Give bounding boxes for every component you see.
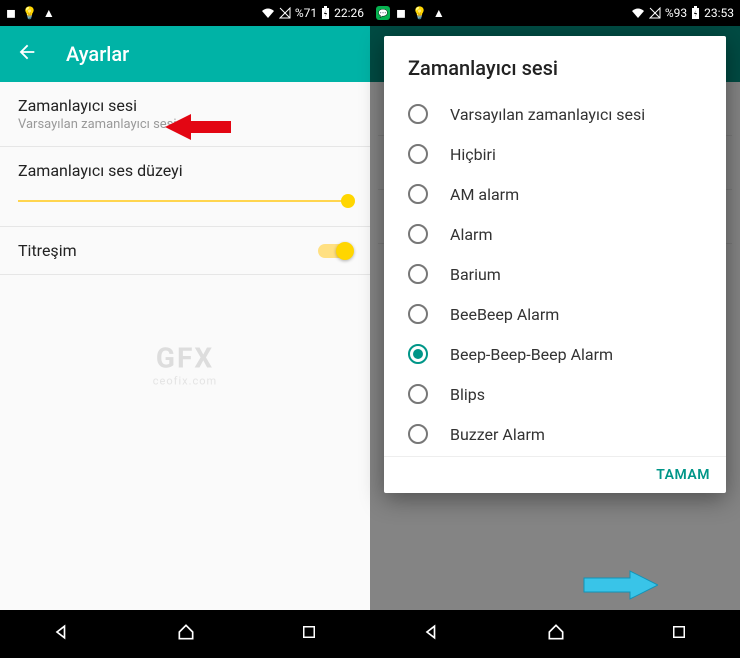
radio-icon (408, 144, 428, 164)
sound-option-label: Beep-Beep-Beep Alarm (450, 345, 613, 364)
battery-percent: %71 (295, 6, 317, 20)
setting-timer-sound[interactable]: Zamanlayıcı sesi Varsayılan zamanlayıcı … (0, 82, 370, 147)
sound-option[interactable]: Hiçbiri (394, 134, 716, 174)
nav-back-icon[interactable] (422, 622, 442, 646)
no-signal-icon (279, 7, 291, 19)
radio-icon (408, 264, 428, 284)
setting-subtitle: Varsayılan zamanlayıcı sesi (18, 117, 352, 132)
notification-icon: ◼ (396, 6, 406, 20)
radio-icon (408, 104, 428, 124)
ok-button[interactable]: TAMAM (656, 467, 710, 483)
status-bar: 💬 ◼ 💡 ▲ %93 23:53 (370, 0, 740, 26)
no-signal-icon (649, 7, 661, 19)
sound-option[interactable]: Barium (394, 254, 716, 294)
setting-title: Titreşim (18, 241, 352, 260)
nav-home-icon[interactable] (546, 622, 566, 646)
clock-time: 22:26 (334, 6, 364, 20)
sound-option-label: AM alarm (450, 185, 519, 204)
sound-option[interactable]: Buzzer Alarm (394, 414, 716, 454)
sound-option-label: Blips (450, 385, 485, 404)
sound-option[interactable]: AM alarm (394, 174, 716, 214)
sound-option[interactable]: Varsayılan zamanlayıcı sesi (394, 94, 716, 134)
status-bar: ◼ 💡 ▲ %71 22:26 (0, 0, 370, 26)
setting-timer-volume[interactable]: Zamanlayıcı ses düzeyi (0, 147, 370, 227)
sound-option[interactable]: Blips (394, 374, 716, 414)
wifi-icon (631, 7, 645, 19)
watermark: GFX ceofix.com (153, 341, 217, 387)
warning-icon: ▲ (433, 6, 445, 20)
radio-icon (408, 424, 428, 444)
phone-right: 💬 ◼ 💡 ▲ %93 23:53 Z Z (370, 0, 740, 658)
dialog-scrim[interactable]: Zamanlayıcı sesi Varsayılan zamanlayıcı … (370, 26, 740, 610)
battery-charging-icon (321, 6, 330, 20)
bulb-icon: 💡 (412, 6, 427, 20)
setting-title: Zamanlayıcı sesi (18, 96, 352, 115)
battery-percent: %93 (665, 6, 687, 20)
vibration-switch[interactable] (318, 241, 352, 261)
sound-options-list: Varsayılan zamanlayıcı sesi Hiçbiri AM ala… (384, 88, 726, 456)
settings-list: Zamanlayıcı sesi Varsayılan zamanlayıcı … (0, 82, 370, 610)
sound-option-label: Barium (450, 265, 501, 284)
notification-icon: ◼ (6, 6, 16, 20)
sound-option-label: Varsayılan zamanlayıcı sesi (450, 105, 645, 124)
nav-recent-icon[interactable] (300, 623, 318, 645)
setting-vibration[interactable]: Titreşim (0, 227, 370, 275)
nav-recent-icon[interactable] (670, 623, 688, 645)
sound-option-label: Alarm (450, 225, 492, 244)
sound-option-label: Buzzer Alarm (450, 425, 545, 444)
radio-icon (408, 384, 428, 404)
phone-left: ◼ 💡 ▲ %71 22:26 (0, 0, 370, 658)
back-icon[interactable] (16, 41, 38, 67)
sound-option[interactable]: BeeBeep Alarm (394, 294, 716, 334)
dialog-title: Zamanlayıcı sesi (384, 36, 726, 88)
radio-icon (408, 304, 428, 324)
radio-icon (408, 224, 428, 244)
sound-option-label: BeeBeep Alarm (450, 305, 559, 324)
navigation-bar (0, 610, 370, 658)
radio-icon (408, 184, 428, 204)
battery-charging-icon (691, 6, 700, 20)
clock-time: 23:53 (704, 6, 734, 20)
nav-back-icon[interactable] (52, 622, 72, 646)
bulb-icon: 💡 (22, 6, 37, 20)
sound-option[interactable]: Beep-Beep-Beep Alarm (394, 334, 716, 374)
warning-icon: ▲ (43, 6, 55, 20)
navigation-bar (370, 610, 740, 658)
wifi-icon (261, 7, 275, 19)
page-title: Ayarlar (66, 42, 129, 66)
setting-title: Zamanlayıcı ses düzeyi (18, 161, 352, 180)
radio-icon (408, 344, 428, 364)
nav-home-icon[interactable] (176, 622, 196, 646)
app-bar: Ayarlar (0, 26, 370, 82)
sound-option-label: Hiçbiri (450, 145, 496, 164)
line-app-icon: 💬 (376, 6, 390, 20)
sound-option[interactable]: Alarm (394, 214, 716, 254)
sound-picker-dialog: Zamanlayıcı sesi Varsayılan zamanlayıcı … (384, 36, 726, 493)
volume-slider[interactable] (18, 180, 352, 212)
